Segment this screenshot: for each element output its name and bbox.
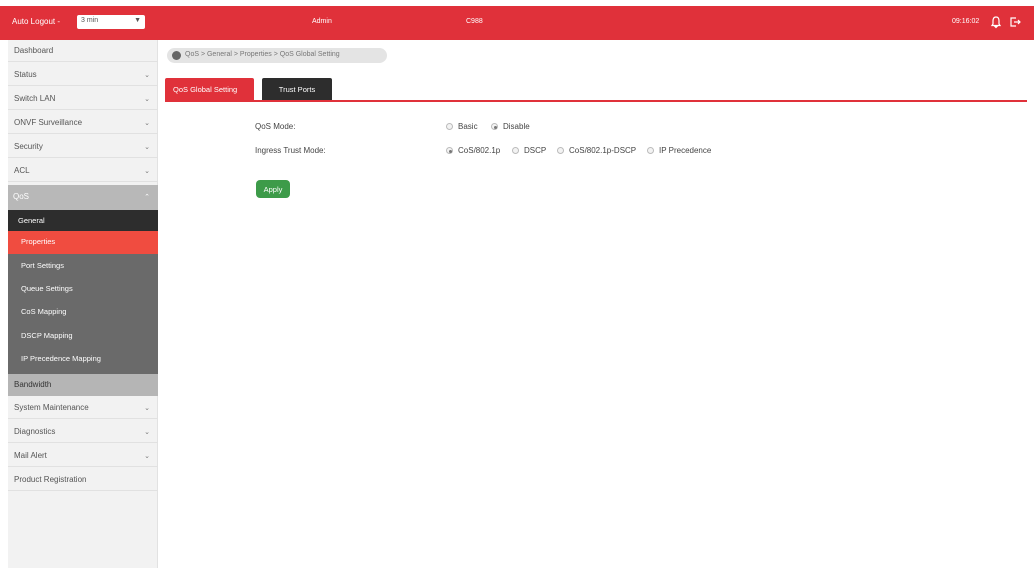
sidebar-item-acl[interactable]: ACL ⌄ — [8, 160, 158, 182]
sidebar-subitem-port-settings[interactable]: Port Settings — [8, 255, 158, 278]
radio-label: CoS/802.1p-DSCP — [569, 146, 637, 155]
chevron-down-icon: ⌄ — [144, 96, 150, 103]
auto-logout-value: 3 min — [81, 17, 99, 24]
sidebar-group-general[interactable]: General — [8, 210, 158, 231]
sidebar-subitem-label: Port Settings — [21, 261, 64, 270]
auto-logout-label: Auto Logout - — [12, 17, 61, 26]
tab-qos-global-setting[interactable]: QoS Global Setting — [165, 78, 254, 100]
chevron-down-icon: ⌄ — [144, 429, 150, 436]
radio-label: Disable — [503, 122, 530, 131]
sidebar-group-label: General — [18, 216, 45, 225]
radio-icon — [491, 123, 498, 130]
sidebar-item-label: Diagnostics — [14, 427, 56, 436]
trust-mode-cos-radio[interactable]: CoS/802.1p — [446, 146, 500, 155]
sidebar-subitem-label: DSCP Mapping — [21, 331, 73, 340]
home-icon[interactable] — [172, 51, 181, 60]
tab-label: Trust Ports — [278, 85, 316, 94]
top-bar: Auto Logout - 3 min ▼ Admin C988 09:16:0… — [0, 6, 1034, 40]
chevron-down-icon: ⌄ — [144, 120, 150, 127]
sidebar-item-label: QoS — [13, 192, 30, 201]
chevron-down-icon: ⌄ — [144, 168, 150, 175]
sidebar-item-label: Switch LAN — [14, 94, 56, 103]
auto-logout-select[interactable]: 3 min ▼ — [77, 15, 145, 29]
sidebar-subitem-queue-settings[interactable]: Queue Settings — [8, 278, 158, 301]
radio-label: IP Precedence — [659, 146, 712, 155]
device-model: C988 — [466, 18, 483, 25]
sidebar-item-security[interactable]: Security ⌄ — [8, 136, 158, 158]
sidebar-item-mail-alert[interactable]: Mail Alert ⌄ — [8, 445, 158, 467]
sidebar-subitem-label: IP Precedence Mapping — [21, 354, 101, 363]
sidebar-subitem-label: Properties — [21, 237, 56, 246]
apply-button[interactable]: Apply — [256, 180, 290, 198]
sidebar-item-label: Mail Alert — [14, 451, 47, 460]
sidebar-subitem-ip-precedence-mapping[interactable]: IP Precedence Mapping — [8, 348, 158, 371]
qos-mode-basic-radio[interactable]: Basic — [446, 122, 478, 131]
sidebar-item-label: System Maintenance — [14, 403, 89, 412]
sidebar-item-product-registration[interactable]: Product Registration — [8, 469, 158, 491]
logout-icon[interactable] — [1008, 15, 1022, 29]
sidebar-subitem-label: CoS Mapping — [21, 307, 67, 316]
chevron-down-icon: ⌄ — [144, 405, 150, 412]
radio-icon — [446, 147, 453, 154]
radio-label: DSCP — [524, 146, 547, 155]
sidebar-subitem-dscp-mapping[interactable]: DSCP Mapping — [8, 325, 158, 348]
sidebar-subitem-properties[interactable]: Properties — [8, 231, 158, 254]
tab-trust-ports[interactable]: Trust Ports — [262, 78, 332, 100]
sidebar-item-qos[interactable]: QoS ⌃ — [8, 185, 158, 210]
qos-mode-label: QoS Mode: — [255, 122, 296, 131]
breadcrumb: QoS > General > Properties > QoS Global … — [167, 48, 387, 63]
sidebar-item-label: Product Registration — [14, 475, 87, 484]
sidebar-subitem-cos-mapping[interactable]: CoS Mapping — [8, 301, 158, 324]
sidebar-item-system-maintenance[interactable]: System Maintenance ⌄ — [8, 397, 158, 419]
trust-mode-dscp-radio[interactable]: DSCP — [512, 146, 546, 155]
breadcrumb-text: QoS > General > Properties > QoS Global … — [185, 51, 340, 58]
chevron-down-icon: ▼ — [134, 17, 141, 24]
radio-label: Basic — [458, 122, 478, 131]
sidebar-item-diagnostics[interactable]: Diagnostics ⌄ — [8, 421, 158, 443]
radio-label: CoS/802.1p — [458, 146, 501, 155]
bell-icon[interactable] — [989, 15, 1003, 29]
sidebar-item-label: Status — [14, 70, 37, 79]
sidebar-group-label: Bandwidth — [14, 380, 52, 389]
sidebar-item-status[interactable]: Status ⌄ — [8, 64, 158, 86]
ingress-trust-mode-label: Ingress Trust Mode: — [255, 146, 326, 155]
chevron-down-icon: ⌄ — [144, 144, 150, 151]
user-name: Admin — [312, 18, 332, 25]
trust-mode-cos-dscp-radio[interactable]: CoS/802.1p-DSCP — [557, 146, 636, 155]
sidebar-item-label: Security — [14, 142, 43, 151]
sidebar: Dashboard Status ⌄ Switch LAN ⌄ ONVF Sur… — [8, 40, 158, 568]
sidebar-item-label: Dashboard — [14, 46, 54, 55]
tab-label: QoS Global Setting — [173, 85, 238, 94]
sidebar-item-dashboard[interactable]: Dashboard — [8, 40, 158, 62]
chevron-down-icon: ⌄ — [144, 453, 150, 460]
sidebar-item-switch-lan[interactable]: Switch LAN ⌄ — [8, 88, 158, 110]
radio-icon — [647, 147, 654, 154]
qos-mode-disable-radio[interactable]: Disable — [491, 122, 530, 131]
sidebar-item-label: ONVF Surveillance — [14, 118, 83, 127]
sidebar-group-bandwidth[interactable]: Bandwidth — [8, 374, 158, 396]
trust-mode-ip-precedence-radio[interactable]: IP Precedence — [647, 146, 711, 155]
radio-icon — [446, 123, 453, 130]
radio-icon — [512, 147, 519, 154]
chevron-up-icon: ⌃ — [144, 194, 150, 201]
tab-underline — [165, 100, 1027, 102]
sidebar-item-label: ACL — [14, 166, 30, 175]
chevron-down-icon: ⌄ — [144, 72, 150, 79]
sidebar-subitem-label: Queue Settings — [21, 284, 73, 293]
radio-icon — [557, 147, 564, 154]
clock-time: 09:16:02 — [952, 18, 980, 25]
sidebar-item-onvf-surveillance[interactable]: ONVF Surveillance ⌄ — [8, 112, 158, 134]
